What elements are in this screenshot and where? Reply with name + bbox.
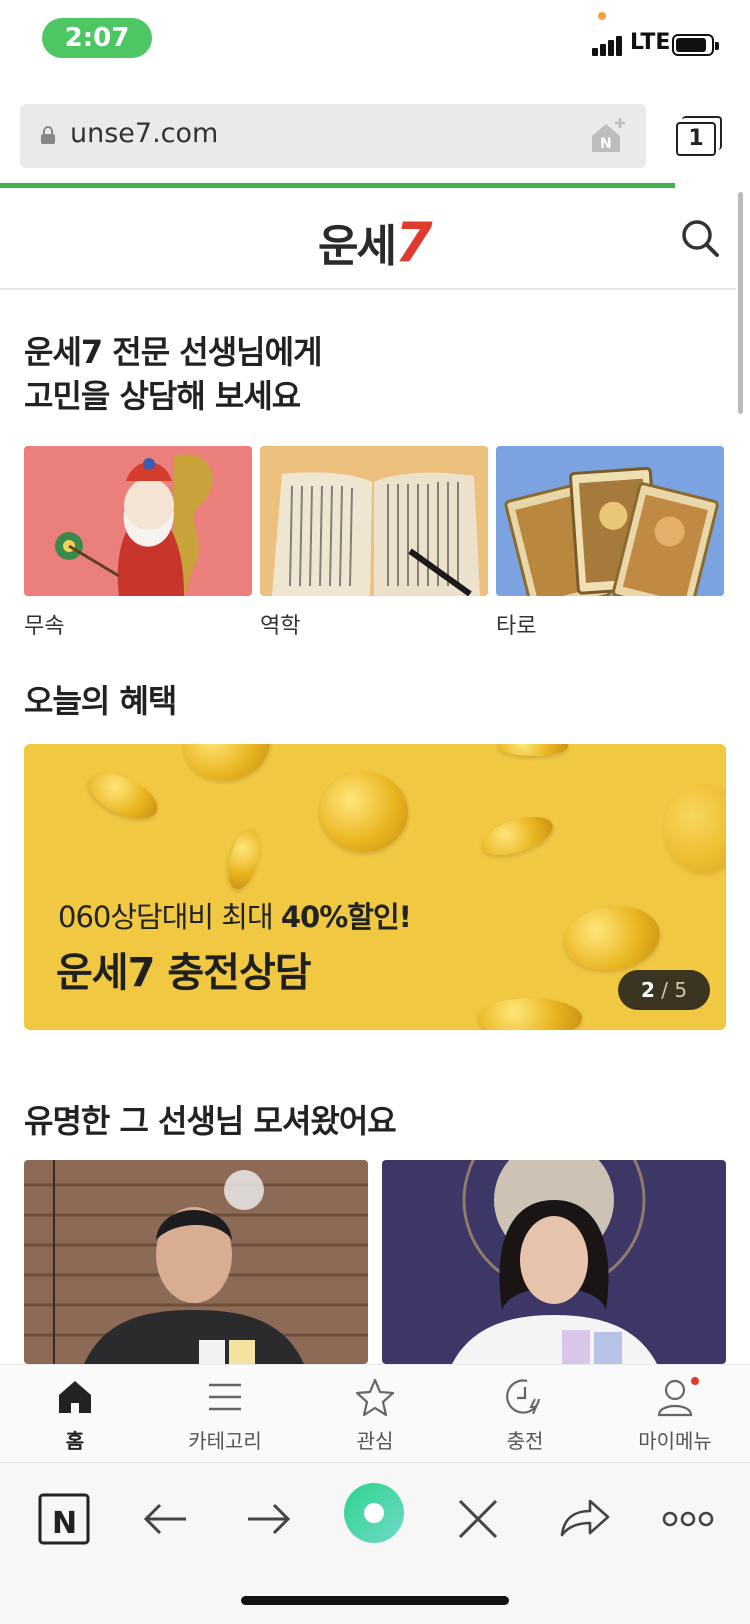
address-bar[interactable]: unse7.com N xyxy=(20,104,646,168)
profile-icon xyxy=(657,1377,699,1417)
url-text: unse7.com xyxy=(70,118,219,149)
banner-subtitle: 060상담대비 최대 40%할인! xyxy=(58,900,412,934)
share-icon[interactable] xyxy=(554,1489,614,1549)
back-arrow-icon[interactable] xyxy=(136,1489,196,1549)
shaman-figure-image xyxy=(24,446,252,596)
category-label-tarot[interactable]: 타로 xyxy=(496,608,536,640)
site-bottom-nav: 홈 카테고리 관심 충전 마이메뉴 xyxy=(0,1364,750,1462)
battery-icon xyxy=(672,34,719,56)
teacher-card-male[interactable] xyxy=(24,1160,368,1364)
scrollbar[interactable] xyxy=(738,192,743,414)
charge-clock-icon xyxy=(506,1379,541,1415)
promo-banner[interactable]: 060상담대비 최대 40%할인! 운세7 충전상담 2 / 5 xyxy=(24,744,726,1030)
privacy-indicator-icon xyxy=(598,12,606,20)
close-icon[interactable] xyxy=(448,1489,508,1549)
teacher-card-female[interactable] xyxy=(382,1160,726,1364)
nav-home[interactable]: 홈 xyxy=(0,1365,150,1463)
teacher-photo-male xyxy=(24,1160,368,1364)
category-card-tarot[interactable] xyxy=(496,446,724,596)
nav-charge[interactable]: 충전 xyxy=(450,1365,600,1463)
site-logo[interactable]: 운세7 xyxy=(318,210,433,274)
benefit-section-title: 오늘의 혜택 xyxy=(24,682,177,720)
category-card-book[interactable] xyxy=(260,446,488,596)
cellular-signal-icon xyxy=(592,32,632,56)
menu-icon xyxy=(209,1383,241,1411)
add-to-home-icon[interactable]: N xyxy=(588,116,628,156)
network-type: LTE xyxy=(630,30,671,55)
nav-category[interactable]: 카테고리 xyxy=(150,1365,300,1463)
category-card-shaman[interactable] xyxy=(24,446,252,596)
search-icon[interactable] xyxy=(680,218,720,258)
expert-section-title: 운세7 전문 선생님에게 고민을 상담해 보세요 xyxy=(24,333,323,415)
more-icon[interactable] xyxy=(658,1489,718,1549)
star-icon xyxy=(355,1378,395,1417)
svg-text:N: N xyxy=(52,1506,77,1541)
old-book-image xyxy=(260,446,488,596)
svg-text:N: N xyxy=(600,136,612,152)
green-dot-icon[interactable] xyxy=(342,1481,406,1545)
status-time: 2:07 xyxy=(42,18,152,58)
lock-icon xyxy=(41,126,55,144)
teacher-photo-female xyxy=(382,1160,726,1364)
home-indicator[interactable] xyxy=(241,1596,509,1605)
famous-section-title: 유명한 그 선생님 모셔왔어요 xyxy=(24,1102,397,1140)
site-header: 운세7 xyxy=(0,188,736,290)
banner-title: 운세7 충전상담 xyxy=(56,950,312,996)
category-label-shaman[interactable]: 무속 xyxy=(24,608,64,640)
naver-icon[interactable]: N xyxy=(34,1489,94,1549)
tarot-cards-image xyxy=(496,446,724,596)
category-label-book[interactable]: 역학 xyxy=(260,608,300,640)
tab-switcher-button[interactable]: 1 xyxy=(676,116,722,156)
tab-count: 1 xyxy=(676,122,716,156)
nav-my-menu[interactable]: 마이메뉴 xyxy=(600,1365,750,1463)
banner-pager: 2 / 5 xyxy=(618,970,710,1010)
status-bar: 2:07 LTE xyxy=(0,0,750,88)
home-icon xyxy=(59,1381,91,1413)
nav-favorites[interactable]: 관심 xyxy=(300,1365,450,1463)
forward-arrow-icon[interactable] xyxy=(238,1489,298,1549)
